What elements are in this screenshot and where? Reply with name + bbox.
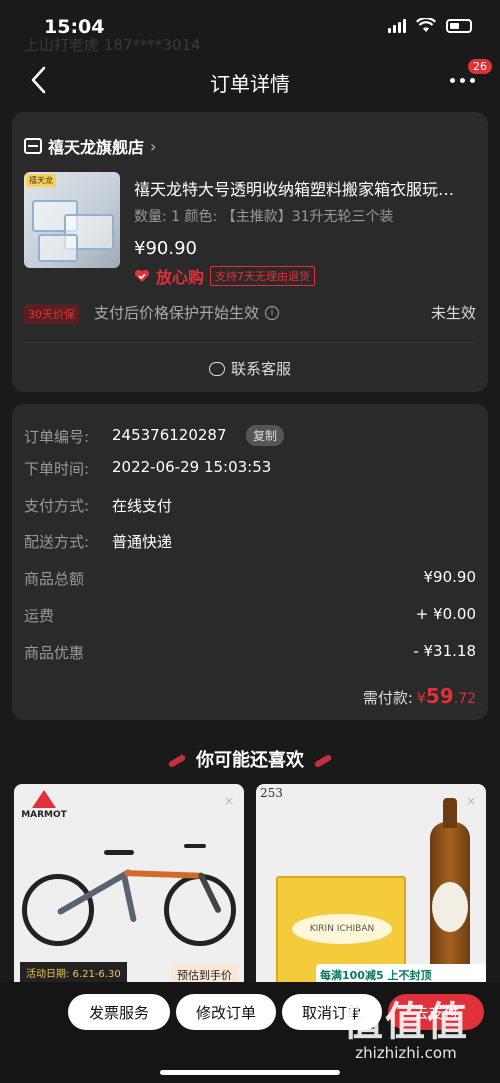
price-protection-row[interactable]: 30天价保 支付后价格保护开始生效 i 未生效 bbox=[24, 302, 476, 324]
payment-method-value: 在线支付 bbox=[112, 497, 173, 515]
recommend-item-bike[interactable]: MARMOT × 活动日期: 6.21-6.30 预估到手价 bbox=[14, 784, 244, 1014]
chat-bubble-icon bbox=[208, 361, 225, 376]
order-info-card: 订单编号: 245376120287 复制 下单时间: 2022-06-29 1… bbox=[12, 404, 488, 720]
order-time-row: 下单时间: 2022-06-29 15:03:53 bbox=[24, 458, 476, 480]
thumbnail-brand-tag: 禧天龙 bbox=[26, 174, 56, 187]
payment-method-label: 支付方式: bbox=[24, 497, 90, 515]
chevron-right-icon: › bbox=[150, 136, 157, 156]
close-icon[interactable]: × bbox=[466, 794, 476, 808]
recommend-item-beer[interactable]: 253 × KIRIN ICHIBAN 每满100减5 上不封顶 bbox=[256, 784, 486, 1014]
contact-service-label: 联系客服 bbox=[230, 360, 291, 378]
product-spec: 数量: 1 颜色: 【主推款】31升无轮三个装 bbox=[134, 209, 394, 225]
order-time-value: 2022-06-29 15:03:53 bbox=[112, 458, 272, 476]
battery-icon bbox=[446, 18, 472, 33]
amount-due-label: 需付款: bbox=[362, 689, 413, 707]
marmot-logo-icon bbox=[32, 790, 56, 808]
return-policy-badge: 支持7天无理由退货 bbox=[210, 266, 316, 286]
discount-row: 商品优惠 - ¥31.18 bbox=[24, 642, 476, 664]
beer-box-label: KIRIN ICHIBAN bbox=[292, 914, 392, 944]
product-thumbnail[interactable]: 禧天龙 bbox=[24, 172, 120, 268]
discount-value: - ¥31.18 bbox=[413, 642, 476, 660]
discount-label: 商品优惠 bbox=[24, 644, 85, 662]
price-protection-tag: 30天价保 bbox=[24, 304, 79, 324]
shipping-fee-value: + ¥0.00 bbox=[415, 605, 476, 623]
brand-logo: MARMOT bbox=[20, 790, 68, 820]
order-number-row: 订单编号: 245376120287 复制 bbox=[24, 425, 476, 448]
modify-order-button[interactable]: 修改订单 bbox=[176, 994, 276, 1030]
order-number-value: 245376120287 bbox=[112, 426, 227, 444]
store-icon bbox=[24, 138, 42, 154]
corner-number: 253 bbox=[260, 786, 283, 800]
amount-due-symbol: ¥ bbox=[416, 691, 426, 707]
goods-total-label: 商品总额 bbox=[24, 570, 85, 588]
price-protection-text: 支付后价格保护开始生效 i bbox=[94, 302, 280, 323]
amount-due-decimal: .72 bbox=[453, 691, 476, 707]
cellular-signal-icon bbox=[388, 18, 406, 33]
heart-check-icon bbox=[134, 269, 150, 282]
delivery-method-label: 配送方式: bbox=[24, 533, 90, 551]
price-protection-label: 支付后价格保护开始生效 bbox=[94, 304, 260, 322]
order-time-label: 下单时间: bbox=[24, 460, 90, 478]
product-card: 禧天龙旗舰店 › 禧天龙 禧天龙特大号透明收纳箱塑料搬家箱衣服玩… 数量: 1 … bbox=[12, 112, 488, 392]
decoration-right bbox=[313, 753, 333, 769]
background-ghost-text: 上山打老虎 187****3014 bbox=[24, 36, 201, 54]
message-count-badge: 26 bbox=[468, 59, 492, 74]
contact-service-button[interactable]: 联系客服 bbox=[12, 358, 488, 379]
amount-due-integer: 59 bbox=[425, 684, 454, 708]
home-indicator[interactable] bbox=[160, 1070, 340, 1075]
watermark: 值值值 zhizhizhi.com bbox=[326, 1000, 486, 1062]
delivery-method-value: 普通快递 bbox=[112, 533, 173, 551]
amount-due-value: ¥59.72 bbox=[417, 684, 476, 708]
decoration-left bbox=[167, 753, 187, 769]
price-protection-status: 未生效 bbox=[430, 304, 476, 322]
activity-date-tag: 活动日期: 6.21-6.30 bbox=[20, 962, 127, 983]
brand-name: MARMOT bbox=[21, 810, 67, 820]
nav-bar: 订单详情 bbox=[0, 56, 500, 106]
delivery-method-row: 配送方式: 普通快递 bbox=[24, 531, 476, 553]
page-title: 订单详情 bbox=[210, 72, 290, 96]
watermark-logo: 值值值 bbox=[343, 999, 469, 1045]
amount-due-row: 需付款: ¥59.72 bbox=[363, 684, 476, 708]
product-price: ¥90.90 bbox=[134, 238, 197, 259]
shop-name: 禧天龙旗舰店 bbox=[48, 138, 145, 157]
watermark-domain: zhizhizhi.com bbox=[355, 1044, 457, 1062]
recommend-section-title: 你可能还喜欢 bbox=[0, 746, 500, 772]
invoice-service-button[interactable]: 发票服务 bbox=[68, 994, 170, 1030]
shop-link[interactable]: 禧天龙旗舰店 › bbox=[24, 134, 156, 158]
shipping-fee-label: 运费 bbox=[24, 607, 55, 625]
order-number-label: 订单编号: bbox=[24, 428, 90, 446]
goods-total-value: ¥90.90 bbox=[423, 568, 477, 586]
close-icon[interactable]: × bbox=[224, 794, 234, 808]
payment-method-row: 支付方式: 在线支付 bbox=[24, 495, 476, 517]
assurance-text: 放心购 bbox=[156, 268, 205, 287]
assurance-row: 放心购 支持7天无理由退货 bbox=[134, 264, 316, 288]
goods-total-row: 商品总额 ¥90.90 bbox=[24, 568, 476, 590]
shipping-fee-row: 运费 + ¥0.00 bbox=[24, 605, 476, 627]
wifi-icon bbox=[416, 18, 436, 32]
system-icons bbox=[388, 18, 472, 33]
divider bbox=[24, 342, 476, 343]
recommend-title-text: 你可能还喜欢 bbox=[196, 750, 304, 771]
info-icon[interactable]: i bbox=[265, 305, 280, 320]
product-title[interactable]: 禧天龙特大号透明收纳箱塑料搬家箱衣服玩… bbox=[134, 176, 480, 200]
copy-button[interactable]: 复制 bbox=[246, 425, 285, 446]
